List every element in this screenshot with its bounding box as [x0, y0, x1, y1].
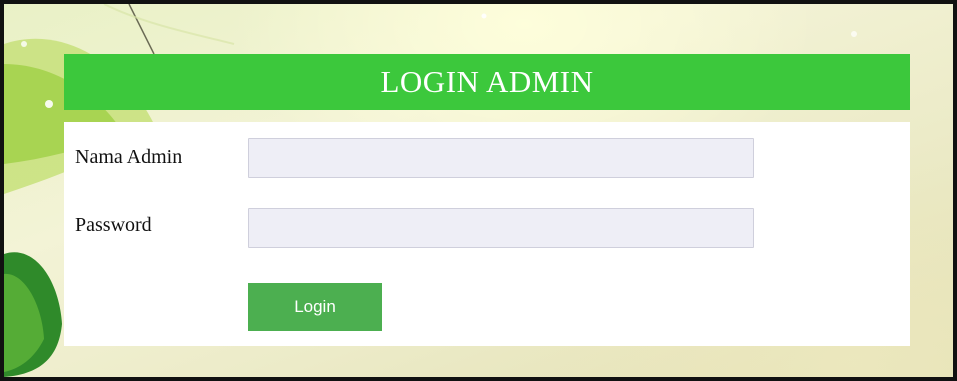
password-label: Password: [75, 214, 152, 236]
login-form-panel: Nama Admin Password Login: [64, 122, 910, 346]
page-title: LOGIN ADMIN: [380, 64, 594, 99]
page-background: LOGIN ADMIN Nama Admin Password Login: [0, 0, 957, 381]
login-header-banner: LOGIN ADMIN: [64, 54, 910, 110]
login-button[interactable]: Login: [248, 283, 382, 331]
password-input[interactable]: [248, 208, 754, 248]
username-label: Nama Admin: [75, 146, 183, 168]
username-input[interactable]: [248, 138, 754, 178]
